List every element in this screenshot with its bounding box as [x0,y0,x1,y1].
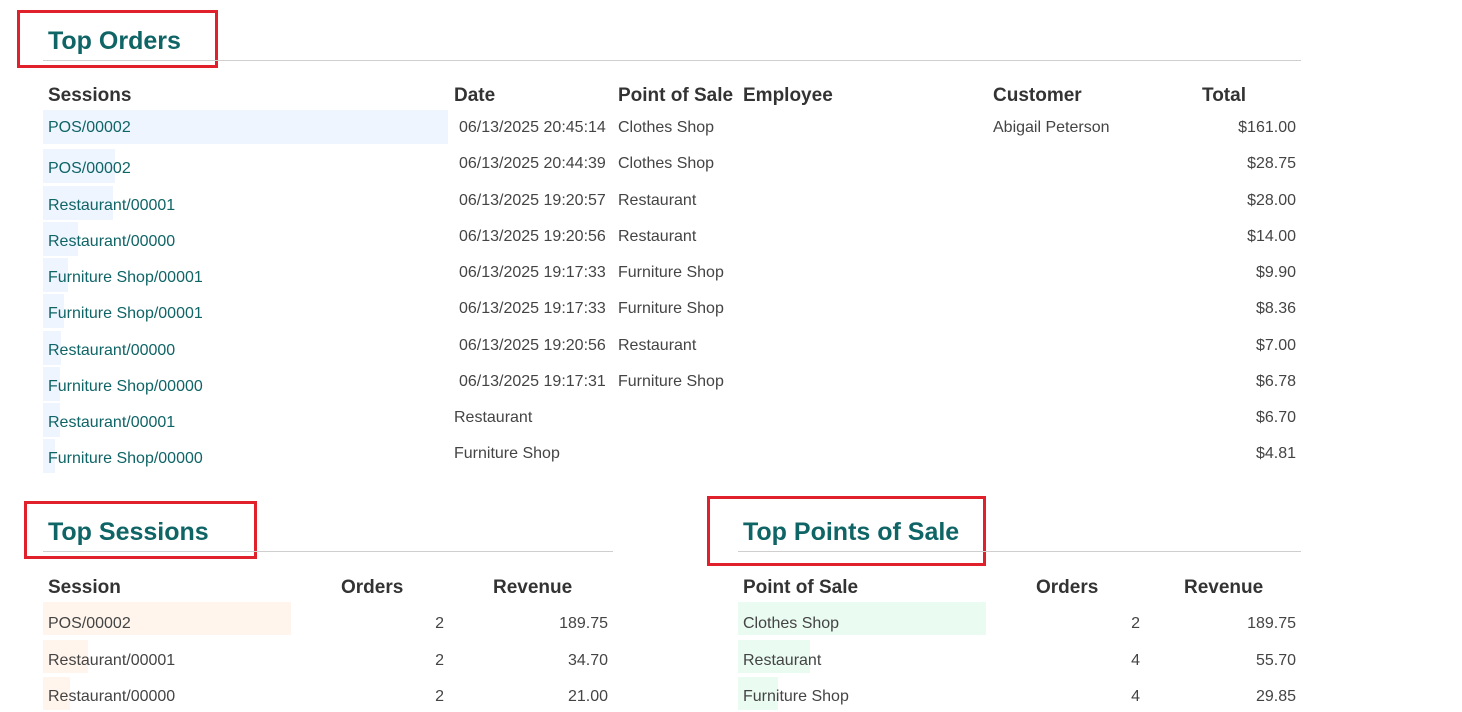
col-point-of-sale[interactable]: Point of Sale [618,85,733,107]
session-revenue: 21.00 [567,688,608,705]
order-pos: Restaurant [618,228,697,245]
order-date: 06/13/2025 20:44:39 [459,155,606,172]
order-session-link[interactable]: Furniture Shop/00000 [48,378,203,396]
order-total: $28.75 [1247,155,1296,172]
top-orders-divider [43,60,1301,61]
order-pos: Clothes Shop [618,155,715,172]
session-orders: 2 [435,615,444,632]
order-date: 06/13/2025 19:20:56 [459,337,606,354]
order-session-link[interactable]: Restaurant/00001 [48,414,175,432]
order-session-link[interactable]: Furniture Shop/00001 [48,269,203,287]
order-pos: Furniture Shop [618,264,724,281]
pos-name[interactable]: Clothes Shop [743,615,839,633]
order-session-link[interactable]: Restaurant/00000 [48,233,175,251]
order-pos: Clothes Shop [618,119,715,136]
order-total: $8.36 [1255,300,1296,317]
order-total: $6.70 [1255,409,1296,426]
order-date: 06/13/2025 19:17:33 [459,300,606,317]
pos-name[interactable]: Restaurant [743,652,821,670]
order-date: 06/13/2025 19:17:31 [459,373,606,390]
pos-revenue: 55.70 [1255,652,1296,669]
order-total: $4.81 [1255,445,1296,462]
order-session-link[interactable]: Restaurant/00000 [48,342,175,360]
order-session-link[interactable]: Furniture Shop/00000 [48,450,203,468]
pos-orders: 4 [1131,688,1140,705]
session-name[interactable]: Restaurant/00000 [48,688,175,706]
top-orders-title: Top Orders [48,27,181,55]
order-pos: Restaurant [618,337,697,354]
order-pos: Restaurant [618,192,697,209]
order-total: $14.00 [1247,228,1296,245]
order-total: $7.00 [1255,337,1296,354]
col-revenue[interactable]: Revenue [493,577,572,599]
order-total: $161.00 [1238,119,1296,136]
order-session-link[interactable]: Restaurant/00001 [48,197,175,215]
top-sessions-divider [43,551,613,552]
top-sessions-title: Top Sessions [48,518,209,546]
session-orders: 2 [435,688,444,705]
order-pos: Furniture Shop [618,300,724,317]
order-date: 06/13/2025 20:45:14 [459,119,606,136]
order-total: $9.90 [1255,264,1296,281]
order-total: $28.00 [1247,192,1296,209]
order-pos: Furniture Shop [618,373,724,390]
session-name[interactable]: Restaurant/00001 [48,652,175,670]
order-session-link[interactable]: POS/00002 [48,160,131,178]
pos-revenue: 189.75 [1247,615,1296,632]
col-orders[interactable]: Orders [1036,577,1098,599]
col-orders[interactable]: Orders [341,577,403,599]
order-pos: Restaurant [454,409,533,426]
session-orders: 2 [435,652,444,669]
col-sessions[interactable]: Sessions [48,85,131,107]
order-pos: Furniture Shop [454,445,560,462]
col-employee[interactable]: Employee [743,85,833,107]
order-total: $6.78 [1255,373,1296,390]
order-date: 06/13/2025 19:20:56 [459,228,606,245]
order-customer: Abigail Peterson [993,119,1110,136]
col-revenue[interactable]: Revenue [1184,577,1263,599]
pos-orders: 4 [1131,652,1140,669]
order-session-link[interactable]: POS/00002 [48,119,131,137]
session-revenue: 34.70 [567,652,608,669]
order-date: 06/13/2025 19:20:57 [459,192,606,209]
session-name[interactable]: POS/00002 [48,615,131,633]
pos-orders: 2 [1131,615,1140,632]
order-session-link[interactable]: Furniture Shop/00001 [48,305,203,323]
top-pos-divider [738,551,1301,552]
col-session[interactable]: Session [48,577,121,599]
col-point-of-sale[interactable]: Point of Sale [743,577,858,599]
col-total[interactable]: Total [1202,85,1246,107]
pos-revenue: 29.85 [1255,688,1296,705]
session-revenue: 189.75 [559,615,608,632]
col-customer[interactable]: Customer [993,85,1082,107]
col-date[interactable]: Date [454,85,495,107]
order-date: 06/13/2025 19:17:33 [459,264,606,281]
pos-name[interactable]: Furniture Shop [743,688,849,706]
top-pos-title: Top Points of Sale [743,518,960,546]
